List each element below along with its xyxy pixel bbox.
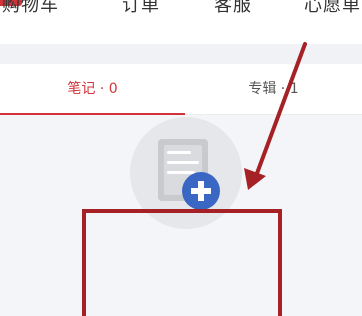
tab-albums-label: 专辑 · 1 xyxy=(248,81,299,97)
section-divider xyxy=(0,44,362,64)
annotation-highlight-box xyxy=(82,209,282,316)
nav-item-service[interactable]: 客服 xyxy=(214,0,252,17)
add-note-icon[interactable] xyxy=(182,172,220,210)
tab-notes-label: 笔记 · 0 xyxy=(67,81,118,97)
page: 购物车 订单 客服 心愿单 笔记 · 0 专辑 · 1 xyxy=(0,0,362,316)
nav-item-wishlist[interactable]: 心愿单 xyxy=(304,0,361,17)
nav-item-cart[interactable]: 购物车 xyxy=(2,0,59,17)
tab-notes[interactable]: 笔记 · 0 xyxy=(0,64,185,115)
tab-albums[interactable]: 专辑 · 1 xyxy=(185,64,362,114)
document-line xyxy=(167,161,199,164)
nav-item-orders[interactable]: 订单 xyxy=(122,0,160,17)
document-line xyxy=(167,151,191,154)
tab-bar: 笔记 · 0 专辑 · 1 xyxy=(0,64,362,115)
top-nav: 购物车 订单 客服 心愿单 xyxy=(0,0,362,44)
